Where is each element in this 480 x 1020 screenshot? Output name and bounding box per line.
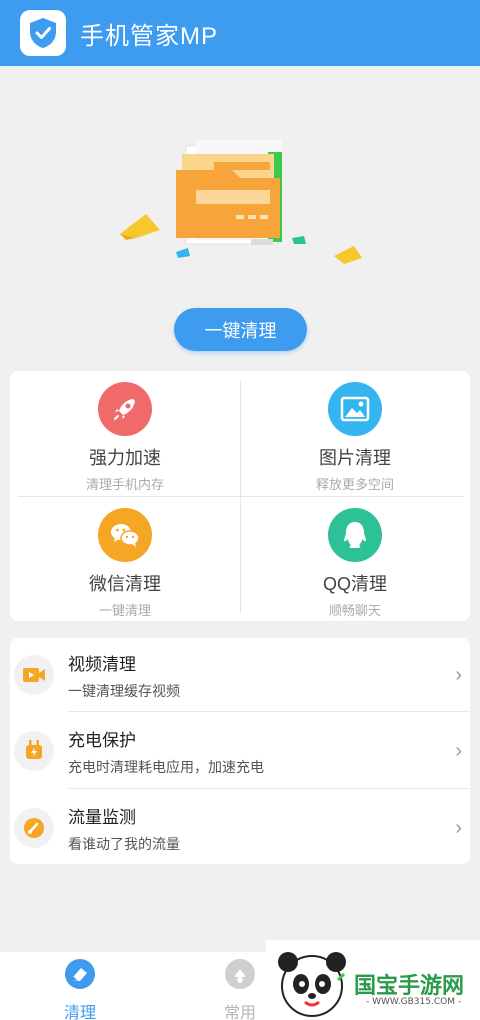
tile-subtitle: 一键清理 xyxy=(98,603,151,618)
list-item-title: 充电保护 xyxy=(68,730,136,750)
list-item-subtitle: 看谁动了我的流量 xyxy=(68,835,180,852)
one-key-clean-button[interactable]: 一键清理 xyxy=(174,308,307,351)
tile-title: QQ清理 xyxy=(322,574,387,594)
chevron-right-icon: › xyxy=(455,817,462,839)
list-item-title: 流量监测 xyxy=(68,807,136,827)
tile-subtitle: 顺畅聊天 xyxy=(328,603,381,618)
nav-label: 清理 xyxy=(63,1005,96,1020)
list-item-traffic-monitor[interactable]: 流量监测 看谁动了我的流量 › xyxy=(10,791,470,865)
plug-icon xyxy=(14,731,54,771)
shield-check-icon xyxy=(20,10,66,56)
chevron-right-icon: › xyxy=(455,740,462,762)
list-item-video-clean[interactable]: 视频清理 一键清理缓存视频 › xyxy=(10,638,470,712)
common-icon xyxy=(224,958,256,995)
video-icon xyxy=(14,655,54,695)
tile-subtitle: 清理手机内存 xyxy=(85,477,164,492)
chevron-right-icon: › xyxy=(455,664,462,686)
app-title: 手机管家MP xyxy=(80,22,218,50)
feature-grid: 强力加速 清理手机内存 图片清理 释放更多空间 微信清理 一键清理 QQ清理 顺… xyxy=(10,371,470,621)
list-item-subtitle: 一键清理缓存视频 xyxy=(68,682,180,699)
list-item-title: 视频清理 xyxy=(68,654,136,674)
watermark-name: 国宝手游网 xyxy=(354,973,465,998)
panda-logo-icon xyxy=(278,952,346,1017)
rocket-icon xyxy=(98,382,152,436)
nav-item-common[interactable]: 常用 xyxy=(210,958,270,1020)
watermark: 国宝手游网 - WWW.GB315.COM - xyxy=(266,940,480,1020)
list-item-subtitle: 充电时清理耗电应用，加速充电 xyxy=(68,758,264,775)
list-divider xyxy=(68,711,470,712)
qq-icon xyxy=(328,508,382,562)
tile-boost[interactable]: 强力加速 清理手机内存 xyxy=(10,371,240,493)
eraser-icon xyxy=(64,958,96,995)
watermark-url: - WWW.GB315.COM - xyxy=(366,997,462,1007)
wechat-icon xyxy=(98,508,152,562)
gauge-icon xyxy=(14,808,54,848)
list-divider xyxy=(68,788,470,789)
tile-wechat-clean[interactable]: 微信清理 一键清理 xyxy=(10,497,240,619)
tile-title: 微信清理 xyxy=(89,574,161,594)
app-header: 手机管家MP xyxy=(0,0,480,66)
tile-image-clean[interactable]: 图片清理 释放更多空间 xyxy=(240,371,470,493)
tile-title: 强力加速 xyxy=(89,448,161,468)
tile-title: 图片清理 xyxy=(319,448,391,468)
nav-item-clean[interactable]: 清理 xyxy=(50,958,110,1020)
feature-list: 视频清理 一键清理缓存视频 › 充电保护 充电时清理耗电应用，加速充电 › 流量… xyxy=(10,638,470,864)
image-icon xyxy=(328,382,382,436)
list-item-charge-protect[interactable]: 充电保护 充电时清理耗电应用，加速充电 › xyxy=(10,714,470,788)
tile-subtitle: 释放更多空间 xyxy=(315,477,394,492)
tile-qq-clean[interactable]: QQ清理 顺畅聊天 xyxy=(240,497,470,619)
nav-label: 常用 xyxy=(223,1005,256,1020)
